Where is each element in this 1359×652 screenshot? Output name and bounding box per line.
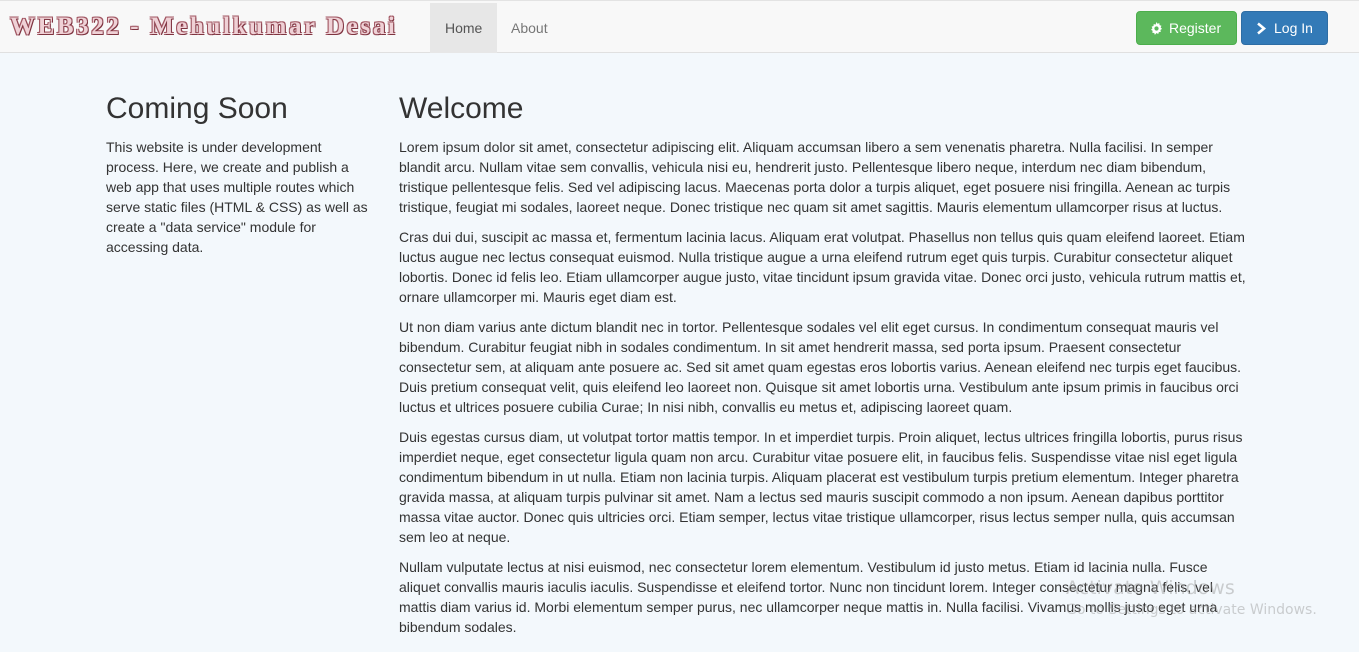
page-title: Welcome bbox=[399, 92, 524, 125]
chevron-right-icon bbox=[1254, 12, 1268, 44]
gear-icon bbox=[1149, 12, 1163, 44]
sidebar: Coming Soon This website is under develo… bbox=[106, 91, 376, 267]
paragraph: Cras dui dui, suscipit ac massa et, ferm… bbox=[399, 229, 1246, 305]
brand-title[interactable]: WEB322 - Mehulkumar Desai bbox=[10, 13, 397, 41]
watermark-line1: Activate Windows bbox=[1066, 577, 1235, 599]
activation-watermark: Activate Windows Go to Settings to activ… bbox=[1066, 576, 1317, 620]
paragraph: Duis egestas cursus diam, ut volutpat to… bbox=[399, 429, 1243, 545]
register-label: Register bbox=[1169, 20, 1222, 36]
register-button[interactable]: Register bbox=[1136, 11, 1237, 45]
nav-home-link[interactable]: Home bbox=[430, 3, 497, 53]
main-content: Welcome Lorem ipsum dolor sit amet, cons… bbox=[399, 91, 1251, 647]
nav-about-link[interactable]: About bbox=[496, 3, 563, 53]
watermark-line2: Go to Settings to activate Windows. bbox=[1066, 602, 1317, 618]
navbar: WEB322 - Mehulkumar Desai Home About Reg… bbox=[0, 0, 1359, 53]
sidebar-title: Coming Soon bbox=[106, 92, 288, 125]
paragraph: Lorem ipsum dolor sit amet, consectetur … bbox=[399, 139, 1231, 215]
sidebar-text: This website is under development proces… bbox=[106, 139, 368, 255]
login-button[interactable]: Log In bbox=[1241, 11, 1328, 45]
login-label: Log In bbox=[1274, 20, 1313, 36]
paragraph: Ut non diam varius ante dictum blandit n… bbox=[399, 319, 1242, 415]
